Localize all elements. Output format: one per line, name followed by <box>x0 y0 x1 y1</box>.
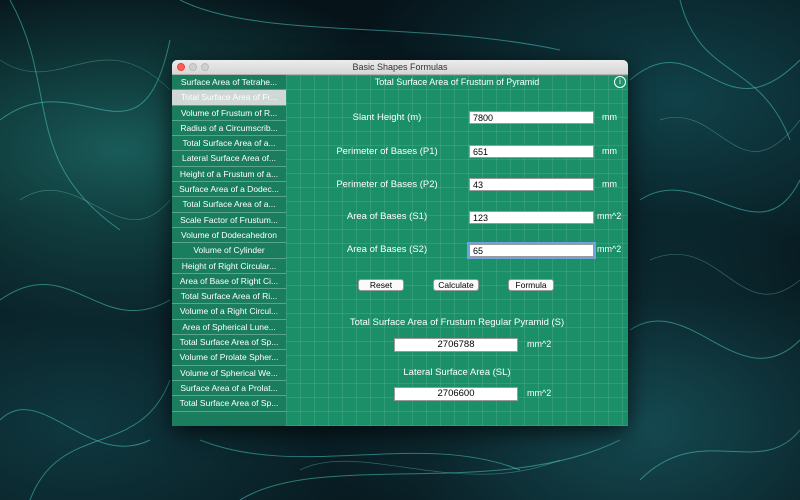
sidebar-item[interactable]: Total Surface Area of a... <box>172 136 286 152</box>
sidebar-item-label: Area of Spherical Lune... <box>182 321 276 332</box>
sidebar-item[interactable]: Surface Area of a Prolat... <box>172 381 286 397</box>
sidebar-item-label: Total Surface Area of a... <box>182 199 276 210</box>
total-surface-area-result: 2706788 <box>394 338 518 352</box>
sidebar-item-label: Volume of Spherical We... <box>180 367 278 378</box>
perimeter-p2-input[interactable] <box>469 178 594 191</box>
sidebar-item[interactable]: Area of Base of Right Ci... <box>172 274 286 290</box>
sidebar-item-label: Surface Area of Tetrahe... <box>180 77 278 87</box>
perimeter-p2-unit: mm <box>602 179 617 189</box>
sidebar-item[interactable]: Total Surface Area of Ri... <box>172 289 286 305</box>
slant-height-input[interactable] <box>469 111 594 124</box>
sidebar-item-label: Volume of Cylinder <box>193 245 265 256</box>
sidebar-item-selected[interactable]: Total Surface Area of Fr... <box>172 90 286 106</box>
area-s1-label: Area of Bases (S1) <box>346 211 428 222</box>
formula-button[interactable]: Formula <box>508 279 554 291</box>
sidebar-item[interactable]: Volume of Prolate Spher... <box>172 350 286 366</box>
sidebar-item[interactable]: Total Surface Area of a... <box>172 197 286 213</box>
sidebar-item[interactable]: Lateral Surface Area of... <box>172 151 286 167</box>
close-window-button[interactable] <box>177 63 185 71</box>
sidebar-item[interactable]: Volume of Cylinder <box>172 243 286 259</box>
sidebar-item[interactable]: Height of Right Circular... <box>172 259 286 274</box>
window-body: Surface Area of Tetrahe... Total Surface… <box>172 75 628 426</box>
area-s2-unit: mm^2 <box>597 244 622 254</box>
slant-height-label: Slant Height (m) <box>352 112 422 123</box>
sidebar-item-label: Volume of a Right Circul... <box>179 306 279 317</box>
minimize-window-button[interactable] <box>189 63 197 71</box>
sidebar-item-label: Lateral Surface Area of... <box>181 153 277 164</box>
area-s2-label: Area of Bases (S2) <box>346 244 428 255</box>
sidebar-item-label: Scale Factor of Frustum... <box>180 214 278 225</box>
reset-button[interactable]: Reset <box>358 279 404 291</box>
perimeter-p1-input[interactable] <box>469 145 594 158</box>
sidebar-item[interactable]: Total Surface Area of Sp... <box>172 335 286 351</box>
sidebar-item-label: Total Surface Area of Ri... <box>180 291 278 302</box>
perimeter-p2-label: Perimeter of Bases (P2) <box>336 179 438 190</box>
area-s1-unit: mm^2 <box>597 211 622 221</box>
slant-height-unit: mm <box>602 112 617 122</box>
sidebar-item-label: Surface Area of a Dodec... <box>179 184 279 195</box>
sidebar-item-label: Total Surface Area of Sp... <box>179 337 279 348</box>
area-s1-input[interactable] <box>469 211 594 224</box>
sidebar-item[interactable]: Radius of a Circumscrib... <box>172 121 286 137</box>
sidebar-item[interactable]: Scale Factor of Frustum... <box>172 213 286 228</box>
total-surface-area-title: Total Surface Area of Frustum Regular Py… <box>349 317 565 328</box>
sidebar-item[interactable]: Total Surface Area of Sp... <box>172 396 286 412</box>
window-title: Basic Shapes Formulas <box>352 62 448 72</box>
sidebar-item[interactable]: Volume of Dodecahedron <box>172 228 286 244</box>
sidebar-item[interactable]: Area of Spherical Lune... <box>172 320 286 336</box>
perimeter-p1-unit: mm <box>602 146 617 156</box>
lateral-surface-area-result: 2706600 <box>394 387 518 401</box>
calculate-button[interactable]: Calculate <box>433 279 479 291</box>
lateral-surface-area-title: Lateral Surface Area (SL) <box>403 367 511 378</box>
sidebar-item-label: Total Surface Area of Fr... <box>181 92 277 103</box>
sidebar-item[interactable]: Volume of Spherical We... <box>172 366 286 381</box>
app-window: Basic Shapes Formulas Surface Area of Te… <box>172 60 628 426</box>
sidebar-item-label: Total Surface Area of Sp... <box>179 398 279 409</box>
sidebar-item-label: Height of Right Circular... <box>181 260 277 271</box>
maximize-window-button[interactable] <box>201 63 209 71</box>
sidebar-item-label: Volume of Prolate Spher... <box>179 352 279 363</box>
sidebar-item[interactable]: Volume of a Right Circul... <box>172 304 286 320</box>
total-surface-area-unit: mm^2 <box>527 339 552 349</box>
sidebar-item[interactable]: Volume of Frustum of R... <box>172 106 286 121</box>
formula-list[interactable]: Surface Area of Tetrahe... Total Surface… <box>172 75 286 426</box>
sidebar-item-label: Radius of a Circumscrib... <box>180 122 278 133</box>
sidebar-item-label: Volume of Frustum of R... <box>180 107 278 118</box>
sidebar-item-label: Area of Base of Right Ci... <box>179 275 279 286</box>
sidebar-item-label: Volume of Dodecahedron <box>181 229 277 240</box>
info-icon[interactable]: i <box>614 76 626 88</box>
sidebar-item-label: Total Surface Area of a... <box>182 138 276 149</box>
sidebar-item[interactable]: Height of a Frustum of a... <box>172 167 286 183</box>
sidebar-item[interactable]: Surface Area of a Dodec... <box>172 182 286 198</box>
sidebar-item[interactable]: Surface Area of Tetrahe... <box>172 75 286 91</box>
perimeter-p1-label: Perimeter of Bases (P1) <box>336 146 438 157</box>
area-s2-input[interactable] <box>467 242 596 259</box>
title-bar: Basic Shapes Formulas <box>172 60 628 75</box>
lateral-surface-area-unit: mm^2 <box>527 388 552 398</box>
sidebar-item-label: Height of a Frustum of a... <box>179 168 279 179</box>
panel-title: Total Surface Area of Frustum of Pyramid <box>374 77 540 87</box>
sidebar-item-label: Surface Area of a Prolat... <box>180 382 278 393</box>
